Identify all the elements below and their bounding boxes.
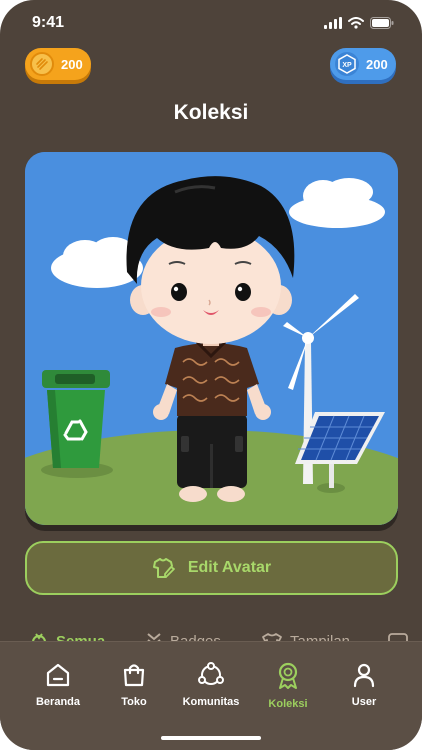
xp-balance[interactable]: XP 200 [330,48,396,80]
phone-screen: 9:41 200 XP 200 Koleksi Edit Avatar Bera… [0,0,422,750]
shopping-bag-icon [123,664,145,687]
nav-label: Komunitas [182,696,240,708]
xp-count: 200 [366,56,388,72]
nav-komunitas[interactable]: Komunitas [171,662,251,708]
nav-label: User [351,696,377,708]
battery-icon [370,17,394,29]
shirt-edit-icon [152,558,175,578]
wifi-icon [348,17,364,29]
nav-label: Toko [121,696,147,708]
page-title: Koleksi [173,101,249,124]
home-icon [46,663,70,687]
edit-avatar-label: Edit Avatar [187,559,272,576]
home-indicator[interactable] [161,736,261,740]
xp-badge-text: XP [342,62,352,69]
status-bar: 9:41 [0,0,422,48]
award-ribbon-icon [278,662,298,689]
bottom-navigation: Beranda Toko Komunitas Koleksi User [0,641,422,750]
edit-avatar-button[interactable]: Edit Avatar [25,541,398,595]
coin-balance[interactable]: 200 [25,48,91,80]
status-icons [324,17,394,29]
avatar-preview [25,152,398,525]
nav-toko[interactable]: Toko [94,662,174,708]
user-icon [353,663,375,688]
nav-user[interactable]: User [324,662,404,708]
nav-label: Koleksi [268,698,308,710]
nav-koleksi[interactable]: Koleksi [248,662,328,710]
status-time: 9:41 [32,14,65,31]
coin-count: 200 [61,56,83,72]
xp-icon: XP [335,52,359,76]
cellular-signal-icon [324,17,342,29]
community-icon [198,662,224,685]
nav-label: Beranda [35,696,81,708]
nav-beranda[interactable]: Beranda [18,662,98,708]
coin-icon [30,52,54,76]
